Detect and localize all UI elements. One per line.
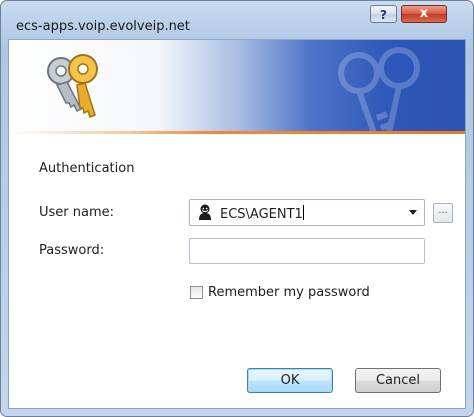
- cancel-button[interactable]: Cancel: [355, 368, 441, 393]
- banner-divider: [9, 131, 465, 134]
- credentials-dialog: ecs-apps.voip.evolveip.net ? x Authentic…: [0, 0, 474, 417]
- remember-label[interactable]: Remember my password: [208, 285, 370, 300]
- section-title: Authentication: [39, 161, 135, 176]
- password-field[interactable]: [189, 238, 425, 264]
- close-button[interactable]: x: [401, 5, 447, 23]
- username-value: ECS\AGENT1: [220, 207, 303, 222]
- username-label: User name:: [39, 205, 115, 220]
- password-label: Password:: [39, 243, 105, 258]
- window-title: ecs-apps.voip.evolveip.net: [16, 19, 190, 34]
- user-icon: [199, 204, 211, 220]
- browse-button[interactable]: ...: [433, 203, 453, 223]
- text-caret: [302, 205, 304, 220]
- help-button[interactable]: ?: [370, 5, 397, 23]
- keys-watermark-icon: [338, 47, 420, 135]
- title-bar[interactable]: ecs-apps.voip.evolveip.net ? x: [1, 1, 473, 39]
- remember-checkbox[interactable]: [190, 286, 203, 299]
- keys-icon: [47, 54, 98, 118]
- banner: [9, 40, 465, 135]
- dialog-body: Authentication User name: ECS\AGENT1 ...…: [8, 39, 466, 409]
- username-combobox[interactable]: ECS\AGENT1: [189, 199, 425, 226]
- ok-button[interactable]: OK: [247, 368, 333, 393]
- dropdown-arrow-icon[interactable]: [409, 210, 417, 215]
